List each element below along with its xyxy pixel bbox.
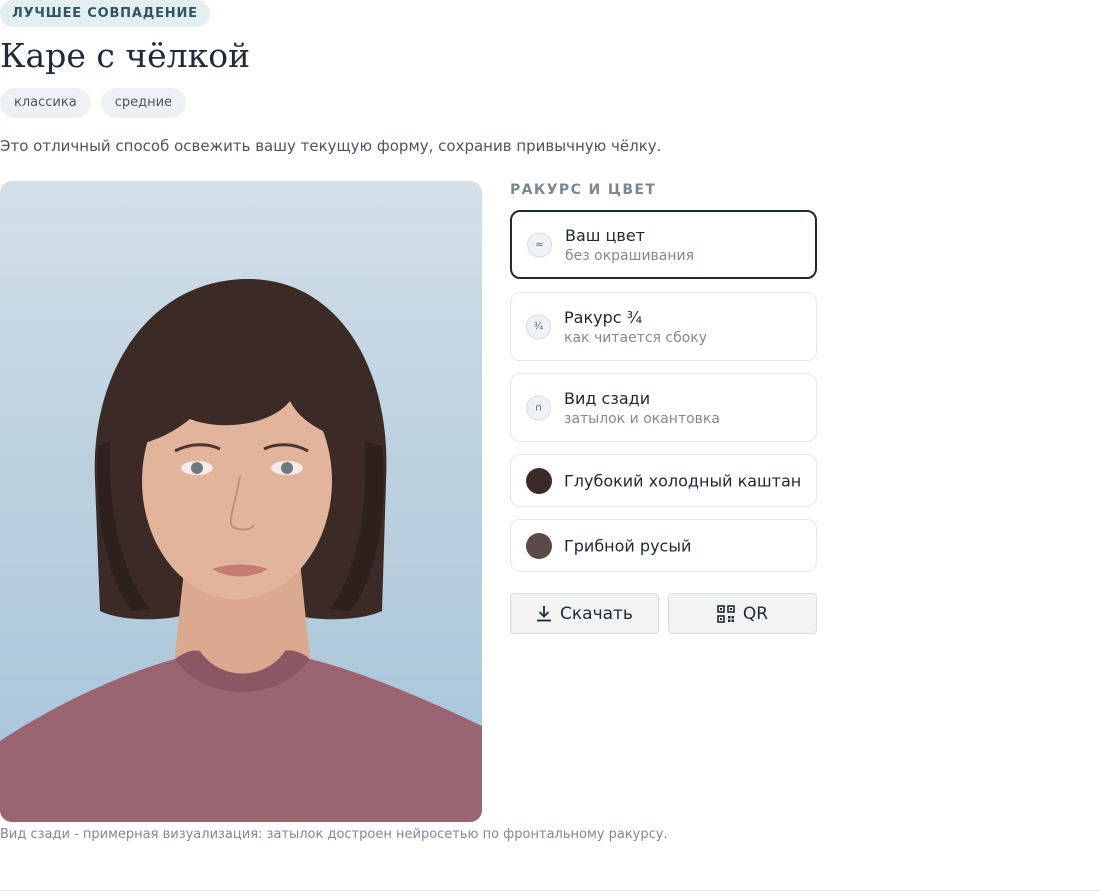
page-title: Каре с чёлкой [0,36,251,75]
divider [0,890,1100,891]
option-label: Ракурс ¾ [564,307,643,327]
color-swatch [526,532,552,559]
page: ЛУЧШЕЕ СОВПАДЕНИЕ Каре с чёлкой классика… [0,0,1100,893]
option-labels: Вид сзади затылок и окантовка [564,389,720,427]
three-quarter-icon: ¾ [526,314,551,339]
portrait-illustration [0,278,482,822]
option-sublabel: как читается сбоку [564,329,708,346]
image-caption: Вид сзади - примерная визуализация: заты… [0,827,668,842]
hairstyle-preview-image [0,181,482,822]
option-label: Вид сзади [564,388,651,408]
tag-list: классика средние [0,88,187,118]
tag-classic: классика [0,88,91,118]
approx-icon: ≈ [527,232,552,257]
option-your-color[interactable]: ≈ Ваш цвет без окрашивания [510,210,817,279]
color-label: Грибной русый [564,536,692,555]
color-mushroom-blonde[interactable]: Грибной русый [510,519,817,572]
color-swatch [526,467,552,494]
option-sublabel: затылок и окантовка [564,410,720,427]
download-icon [537,606,552,622]
color-deep-cool-chestnut[interactable]: Глубокий холодный каштан [510,454,817,507]
qr-code-icon [717,604,735,623]
download-label: Скачать [560,603,633,624]
option-labels: Ракурс ¾ как читается сбоку [564,308,707,346]
option-labels: Ваш цвет без окрашивания [565,226,694,264]
color-label: Глубокий холодный каштан [564,471,802,490]
option-label: Ваш цвет [565,225,645,245]
option-back-view[interactable]: ∩ Вид сзади затылок и окантовка [510,373,817,442]
arch-icon: ∩ [526,395,551,420]
panel-heading: РАКУРС И ЦВЕТ [510,182,657,198]
option-three-quarter-view[interactable]: ¾ Ракурс ¾ как читается сбоку [510,292,817,361]
best-match-badge: ЛУЧШЕЕ СОВПАДЕНИЕ [0,0,210,27]
option-labels: Глубокий холодный каштан [564,471,801,490]
option-labels: Грибной русый [564,536,691,555]
tag-medium: средние [100,88,187,118]
qr-button[interactable]: QR [668,593,817,634]
qr-label: QR [742,603,769,624]
download-button[interactable]: Скачать [510,593,659,634]
option-sublabel: без окрашивания [565,247,695,264]
description: Это отличный способ освежить вашу текущу… [0,137,662,155]
